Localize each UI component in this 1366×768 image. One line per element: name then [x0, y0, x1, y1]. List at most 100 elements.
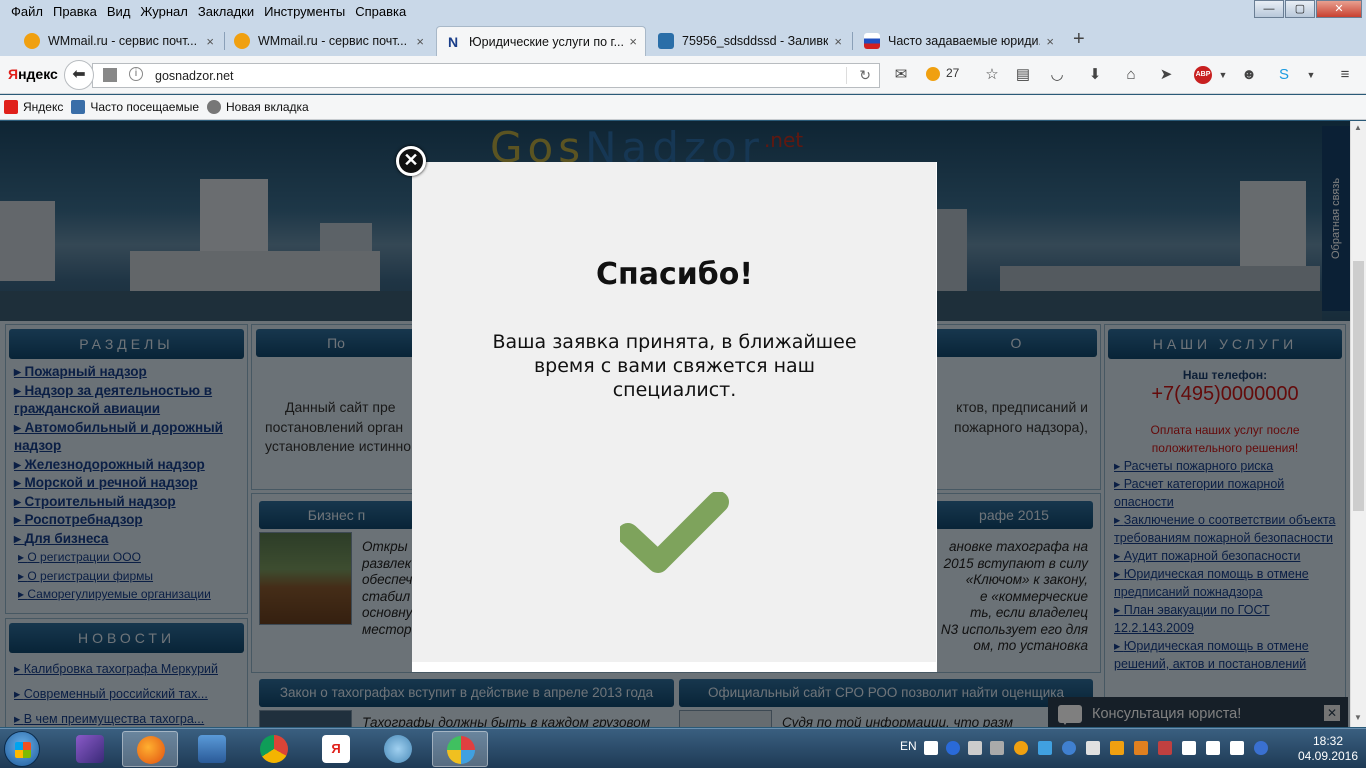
- menu-history[interactable]: Журнал: [135, 4, 192, 19]
- help-icon[interactable]: [946, 741, 960, 755]
- send-icon[interactable]: ➤: [1157, 66, 1175, 84]
- tab-close-icon[interactable]: ×: [416, 34, 424, 49]
- tray-icon[interactable]: [1110, 741, 1124, 755]
- tray-icon[interactable]: [990, 741, 1004, 755]
- back-button[interactable]: ⬅: [64, 60, 94, 90]
- tray-icon[interactable]: [1038, 741, 1052, 755]
- tab-close-icon[interactable]: ×: [834, 34, 842, 49]
- yandex-icon: [4, 100, 18, 114]
- menu-bookmarks[interactable]: Закладки: [193, 4, 259, 19]
- taskbar-yandex[interactable]: Я: [308, 731, 364, 767]
- scroll-up-icon[interactable]: ▲: [1354, 123, 1362, 132]
- url-text[interactable]: gosnadzor.net: [155, 69, 234, 83]
- tray-icon[interactable]: [924, 741, 938, 755]
- tray-icon[interactable]: [1134, 741, 1148, 755]
- volume-icon[interactable]: [1230, 741, 1244, 755]
- tray-icon[interactable]: [1086, 741, 1100, 755]
- tab-wmmail-1[interactable]: WMmail.ru - сервис почт... ×: [16, 26, 222, 56]
- menu-tools[interactable]: Инструменты: [259, 4, 350, 19]
- chrome-icon: [260, 735, 288, 763]
- language-indicator[interactable]: EN: [900, 739, 917, 753]
- info-icon[interactable]: i: [129, 67, 143, 81]
- tab-bar: WMmail.ru - сервис почт... × WMmail.ru -…: [0, 22, 1366, 56]
- tab-upload[interactable]: 75956_sdsddssd - Заливка ... ×: [650, 26, 850, 56]
- hamburger-menu-icon[interactable]: ≡: [1336, 66, 1354, 84]
- tab-title: Юридические услуги по г...: [469, 34, 624, 49]
- yandex-browser-icon: Я: [322, 735, 350, 763]
- bookmark-new-tab[interactable]: Новая вкладка: [207, 100, 309, 114]
- tab-title: WMmail.ru - сервис почт...: [48, 34, 198, 48]
- taskbar-paint[interactable]: [432, 731, 488, 767]
- image-favicon-icon: [658, 33, 674, 49]
- tab-close-icon[interactable]: ×: [1046, 34, 1054, 49]
- weather-widget[interactable]: 27: [926, 66, 959, 81]
- scroll-down-icon[interactable]: ▼: [1354, 713, 1362, 722]
- reading-list-icon[interactable]: ▤: [1014, 66, 1032, 84]
- menu-edit[interactable]: Правка: [48, 4, 102, 19]
- minimize-button[interactable]: —: [1254, 0, 1284, 18]
- maximize-button[interactable]: ▢: [1285, 0, 1315, 18]
- new-tab-button[interactable]: +: [1073, 28, 1085, 51]
- page-scrollbar[interactable]: ▲ ▼: [1350, 121, 1366, 727]
- menu-help[interactable]: Справка: [350, 4, 411, 19]
- adblock-icon[interactable]: ABP: [1194, 66, 1212, 84]
- chat-icon[interactable]: ☻: [1240, 66, 1258, 84]
- modal-message: Ваша заявка принята, в ближайшее время с…: [492, 331, 857, 401]
- network-icon[interactable]: [1206, 741, 1220, 755]
- tab-legal-services[interactable]: N Юридические услуги по г... ×: [436, 26, 646, 56]
- taskbar-app-1[interactable]: [62, 731, 118, 767]
- menu-bar: Файл Правка Вид Журнал Закладки Инструме…: [0, 0, 1366, 22]
- pocket-icon[interactable]: ◡: [1048, 66, 1066, 84]
- bookmarks-bar: Яндекс Часто посещаемые Новая вкладка: [0, 95, 1366, 120]
- sun-icon: [926, 66, 940, 81]
- window-controls: — ▢ ✕: [1253, 0, 1362, 18]
- clock[interactable]: 18:32 04.09.2016: [1294, 734, 1362, 764]
- skype-icon[interactable]: S: [1275, 66, 1293, 84]
- modal-title: Спасибо!: [595, 257, 754, 292]
- page-icon: [103, 68, 117, 82]
- home-icon[interactable]: ⌂: [1122, 66, 1140, 84]
- taskbar-audio[interactable]: [184, 731, 240, 767]
- tab-title: 75956_sdsddssd - Заливка ...: [682, 34, 829, 48]
- taskbar-firefox[interactable]: [122, 731, 178, 767]
- checkmark-icon: [620, 492, 729, 573]
- globe-icon: [207, 100, 222, 114]
- taskbar: Я EN 18:32 04.09.2016: [0, 728, 1366, 768]
- app-icon: [384, 735, 412, 763]
- address-bar[interactable]: i gosnadzor.net ↻: [92, 63, 880, 88]
- divider: [846, 67, 847, 84]
- taskbar-app-6[interactable]: [370, 731, 426, 767]
- folder-icon: [71, 100, 86, 114]
- reload-icon[interactable]: ↻: [859, 67, 871, 84]
- mail-icon[interactable]: ✉: [892, 66, 910, 84]
- tab-wmmail-2[interactable]: WMmail.ru - сервис почт... ×: [226, 26, 432, 56]
- tab-close-icon[interactable]: ×: [629, 34, 637, 49]
- paint-icon: [447, 736, 475, 764]
- tab-title: WMmail.ru - сервис почт...: [258, 34, 408, 48]
- bluetooth-icon[interactable]: [1254, 741, 1268, 755]
- tab-close-icon[interactable]: ×: [206, 34, 214, 49]
- chevron-down-icon[interactable]: ▼: [1302, 66, 1320, 84]
- start-button[interactable]: [4, 731, 40, 767]
- taskbar-chrome[interactable]: [246, 731, 302, 767]
- menu-file[interactable]: Файл: [6, 4, 48, 19]
- downloads-icon[interactable]: ⬇: [1086, 66, 1104, 84]
- tab-faq[interactable]: Часто задаваемые юриди... ×: [856, 26, 1062, 56]
- bookmark-most-visited[interactable]: Часто посещаемые: [71, 100, 199, 114]
- tab-title: Часто задаваемые юриди...: [888, 34, 1041, 48]
- chevron-down-icon[interactable]: ▼: [1214, 66, 1232, 84]
- modal-close-button[interactable]: ✕: [396, 146, 426, 176]
- scrollbar-thumb[interactable]: [1353, 261, 1364, 511]
- wmmail-favicon-icon: [234, 33, 250, 49]
- tray-icon[interactable]: [1062, 741, 1076, 755]
- menu-view[interactable]: Вид: [102, 4, 136, 19]
- tray-icon[interactable]: [1014, 741, 1028, 755]
- bookmark-star-icon[interactable]: ☆: [983, 66, 1001, 84]
- yandex-logo[interactable]: Яндекс: [8, 66, 58, 82]
- window-close-button[interactable]: ✕: [1316, 0, 1362, 18]
- tab-separator: [224, 32, 225, 50]
- tray-icon[interactable]: [968, 741, 982, 755]
- bookmark-yandex[interactable]: Яндекс: [4, 100, 63, 114]
- flag-icon[interactable]: [1182, 741, 1196, 755]
- tray-icon[interactable]: [1158, 741, 1172, 755]
